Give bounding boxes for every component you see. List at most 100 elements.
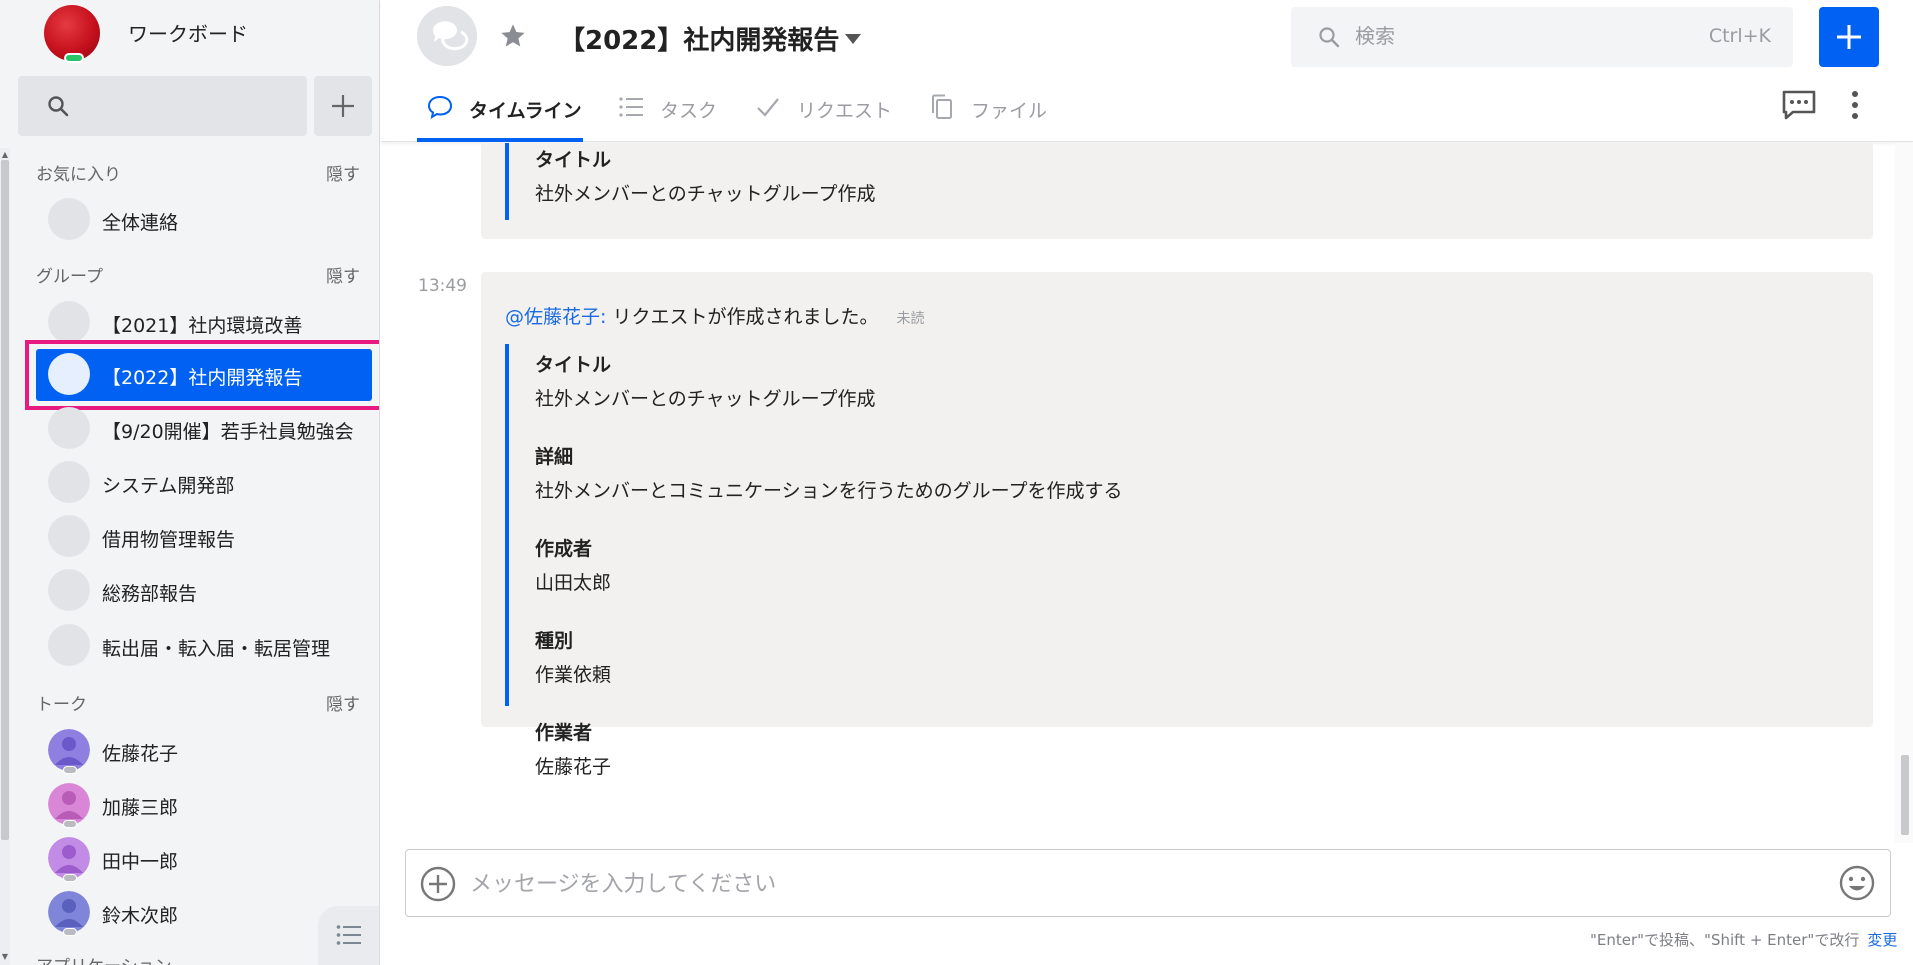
user-avatar-icon xyxy=(48,729,90,771)
more-vertical-icon[interactable] xyxy=(1847,90,1863,120)
tab-requests[interactable]: リクエスト xyxy=(755,82,895,142)
user-status-indicator xyxy=(63,874,77,882)
workspace-header[interactable]: ワークボード xyxy=(0,0,379,70)
hide-talks-link[interactable]: 隠す xyxy=(326,690,360,715)
sidebar-item-all-notice[interactable]: 全体連絡 xyxy=(36,195,372,245)
sidebar-item-system-dev[interactable]: システム開発部 xyxy=(36,458,372,508)
tab-tasks[interactable]: タスク xyxy=(618,82,728,142)
search-shortcut-hint: Ctrl+K xyxy=(1708,25,1771,47)
scroll-down-arrow-icon[interactable]: ▼ xyxy=(0,952,10,962)
message-input[interactable] xyxy=(470,868,1770,900)
message-thread-icon[interactable] xyxy=(1781,89,1817,121)
sidebar-user-tanaka[interactable]: 田中一郎 xyxy=(36,834,372,884)
hide-groups-link[interactable]: 隠す xyxy=(326,262,360,287)
sidebar-add-button[interactable] xyxy=(314,76,372,136)
field-label: 詳細 xyxy=(535,446,574,468)
section-title-groups: グループ xyxy=(36,267,103,287)
room-header: 【2022】社内開発報告 Ctrl+K タイムライン タスク xyxy=(381,0,1913,142)
plus-icon xyxy=(332,95,354,117)
section-title-applications: アプリケーション xyxy=(36,952,172,965)
request-quote-block: タイトル 社外メンバーとのチャットグループ作成 詳細 社外メンバーとコミュニケー… xyxy=(505,344,1845,778)
sidebar-item-label: 田中一郎 xyxy=(102,851,179,873)
field-value: 佐藤花子 xyxy=(535,756,612,778)
star-icon[interactable] xyxy=(499,22,527,50)
chat-bubble-icon xyxy=(48,301,90,343)
sidebar-user-sato[interactable]: 佐藤花子 xyxy=(36,726,372,776)
list-icon xyxy=(619,97,643,117)
message-timestamp: 13:49 xyxy=(418,276,467,296)
field-value: 社外メンバーとのチャットグループ作成 xyxy=(535,183,876,205)
chat-bubble-icon xyxy=(48,624,90,666)
field-value: 作業依頼 xyxy=(535,664,612,686)
sidebar-item-young-employee-study[interactable]: 【9/20開催】若手社員勉強会 xyxy=(36,404,372,454)
message-text: リクエストが作成されました。 xyxy=(612,306,879,328)
add-attachment-icon[interactable] xyxy=(420,866,456,902)
user-status-indicator xyxy=(63,766,77,774)
previous-message-card: タイトル 社外メンバーとのチャットグループ作成 xyxy=(481,143,1873,239)
tab-label: リクエスト xyxy=(797,100,893,122)
sidebar-item-label: 佐藤花子 xyxy=(102,743,179,765)
tab-timeline[interactable]: タイムライン xyxy=(427,82,582,142)
sidebar-item-label: 全体連絡 xyxy=(102,212,179,234)
sidebar-item-label: 総務部報告 xyxy=(102,583,198,605)
field-value: 山田太郎 xyxy=(535,572,612,594)
timeline-scrollbar[interactable] xyxy=(1895,143,1913,843)
sidebar-menu-button[interactable] xyxy=(318,906,379,965)
file-copy-icon xyxy=(932,94,952,119)
scroll-up-arrow-icon[interactable]: ▲ xyxy=(0,150,10,160)
chat-bubble-icon xyxy=(48,198,90,240)
emoji-icon[interactable] xyxy=(1838,864,1876,902)
section-title-talks: トーク xyxy=(36,695,87,715)
sidebar-item-label: 鈴木次郎 xyxy=(102,905,179,927)
field-value: 社外メンバーとコミュニケーションを行うためのグループを作成する xyxy=(535,480,1123,502)
sidebar-item-general-affairs[interactable]: 総務部報告 xyxy=(36,566,372,616)
chat-bubble-icon xyxy=(48,407,90,449)
workspace-name[interactable]: ワークボード xyxy=(128,18,248,47)
change-setting-link[interactable]: 変更 xyxy=(1867,931,1897,949)
sidebar-user-kato[interactable]: 加藤三郎 xyxy=(36,780,372,830)
timeline-scrollbar-thumb[interactable] xyxy=(1901,755,1909,835)
message-header-line: @佐藤花子: リクエストが作成されました。 未読 xyxy=(505,302,925,329)
field-value: 社外メンバーとのチャットグループ作成 xyxy=(535,388,876,410)
search-input[interactable] xyxy=(1355,21,1655,51)
user-avatar-icon xyxy=(48,837,90,879)
sidebar-item-label: 転出届・転入届・転居管理 xyxy=(102,638,331,660)
section-title-favorites: お気に入り xyxy=(36,165,121,185)
tab-label: ファイル xyxy=(971,100,1048,122)
request-quote-block: タイトル 社外メンバーとのチャットグループ作成 xyxy=(505,143,1845,220)
field-label: 種別 xyxy=(535,630,574,652)
check-icon xyxy=(757,98,779,117)
message-card: @佐藤花子: リクエストが作成されました。 未読 タイトル 社外メンバーとのチャ… xyxy=(481,272,1873,778)
tab-files[interactable]: ファイル xyxy=(929,82,1059,142)
online-status-indicator xyxy=(64,53,84,63)
user-avatar-icon xyxy=(48,891,90,933)
hide-favorites-link[interactable]: 隠す xyxy=(326,160,360,185)
search-box[interactable]: Ctrl+K xyxy=(1291,7,1793,67)
room-title[interactable]: 【2022】社内開発報告 xyxy=(559,20,839,57)
user-status-indicator xyxy=(63,928,77,936)
tab-label: タイムライン xyxy=(469,100,582,122)
sidebar-search[interactable] xyxy=(18,76,307,136)
composer-hint-text: "Enter"で投稿、"Shift + Enter"で改行 xyxy=(1590,931,1860,949)
sidebar-item-address-change[interactable]: 転出届・転入届・転居管理 xyxy=(36,621,372,671)
active-tab-indicator xyxy=(417,138,583,142)
chat-bubble-icon xyxy=(48,569,90,611)
search-icon xyxy=(1319,27,1340,48)
sidebar-item-label: 加藤三郎 xyxy=(102,797,179,819)
sidebar-item-label: システム開発部 xyxy=(102,475,235,497)
plus-icon xyxy=(1837,25,1861,49)
room-chat-icon[interactable] xyxy=(417,6,477,66)
unread-badge: 未読 xyxy=(896,311,925,327)
sidebar-item-borrowed-items[interactable]: 借用物管理報告 xyxy=(36,512,372,562)
sidebar: ワークボード ▲ ▼ お気に入り 隠す 全体連絡 グループ 隠す 【2021】社… xyxy=(0,0,380,965)
mention-link[interactable]: @佐藤花子: xyxy=(505,306,606,328)
field-label: 作業者 xyxy=(535,722,593,744)
chat-bubble-icon xyxy=(48,461,90,503)
user-avatar-icon xyxy=(48,783,90,825)
create-button[interactable] xyxy=(1819,7,1879,67)
sidebar-scrollbar-thumb[interactable] xyxy=(1,160,9,840)
chevron-down-icon[interactable] xyxy=(845,34,861,44)
speech-bubble-icon xyxy=(427,95,453,120)
highlight-annotation-box xyxy=(25,340,379,410)
user-status-indicator xyxy=(63,820,77,828)
